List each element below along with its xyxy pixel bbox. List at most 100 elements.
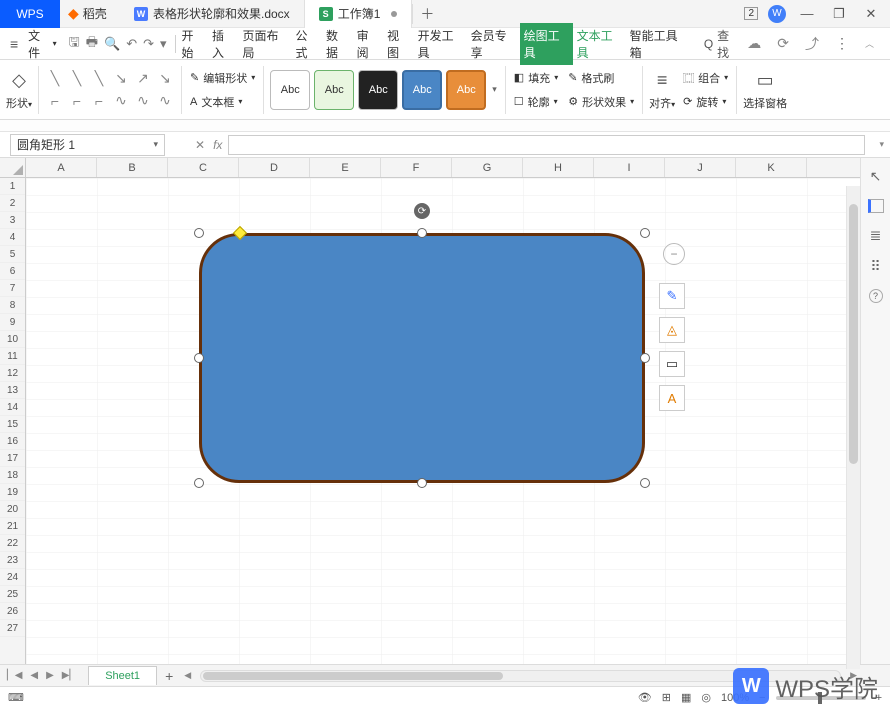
preset-blue[interactable]: Abc [402, 70, 442, 110]
curve-icon[interactable]: ∿ [111, 91, 131, 111]
col-header[interactable]: A [26, 158, 97, 177]
search-button[interactable]: Q 查找 [698, 25, 745, 63]
row-header[interactable]: 5 [0, 246, 25, 263]
new-tab-button[interactable]: ＋ [413, 4, 441, 24]
cells-canvas[interactable]: ⟳ − ✎ ◬ ▭ A [26, 178, 860, 664]
col-header[interactable]: H [523, 158, 594, 177]
row-header[interactable]: 24 [0, 569, 25, 586]
col-header[interactable]: I [594, 158, 665, 177]
align-button[interactable]: ≡ 对齐▾ [649, 69, 675, 111]
resize-handle-sw[interactable] [194, 478, 204, 488]
row-header[interactable]: 18 [0, 467, 25, 484]
selected-shape[interactable]: ⟳ − ✎ ◬ ▭ A [199, 233, 645, 483]
row-header[interactable]: 20 [0, 501, 25, 518]
ribbon-tab-5[interactable]: 审阅 [353, 23, 384, 65]
sheet-nav-last[interactable]: ▶▏ [59, 668, 80, 683]
qat-caret-icon[interactable]: ▾ [160, 36, 167, 52]
qat-save-icon[interactable]: 🖫 [69, 33, 80, 55]
resize-handle-se[interactable] [640, 478, 650, 488]
qat-preview-icon[interactable]: 🔍 [104, 36, 120, 52]
keyboard-icon[interactable]: ⌨ [8, 691, 24, 704]
ribbon-tab-1[interactable]: 插入 [208, 23, 239, 65]
collapse-ribbon-icon[interactable]: ︿ [865, 37, 874, 50]
add-sheet-button[interactable]: + [157, 666, 181, 686]
hscroll-thumb[interactable] [203, 672, 503, 680]
select-all-corner[interactable] [0, 158, 26, 177]
row-header[interactable]: 17 [0, 450, 25, 467]
preset-orange[interactable]: Abc [446, 70, 486, 110]
share-icon[interactable]: ⤴ [805, 34, 819, 54]
row-header[interactable]: 22 [0, 535, 25, 552]
resize-handle-n[interactable] [417, 228, 427, 238]
fx-icon[interactable]: fx [213, 138, 222, 152]
col-header[interactable]: C [168, 158, 239, 177]
row-header[interactable]: 21 [0, 518, 25, 535]
group-button[interactable]: ⿴组合▾ [681, 69, 730, 87]
view-eye-icon[interactable]: 👁 [638, 691, 652, 704]
row-header[interactable]: 15 [0, 416, 25, 433]
row-header[interactable]: 13 [0, 382, 25, 399]
qat-undo-icon[interactable]: ↶ [126, 36, 137, 52]
ribbon-tab-9[interactable]: 绘图工具 [520, 23, 573, 65]
row-header[interactable]: 6 [0, 263, 25, 280]
connector-icon[interactable]: ⌐ [67, 91, 87, 111]
sheet-tab[interactable]: Sheet1 [88, 666, 157, 685]
ribbon-tab-8[interactable]: 会员专享 [467, 23, 520, 65]
row-header[interactable]: 16 [0, 433, 25, 450]
row-header[interactable]: 11 [0, 348, 25, 365]
pen-tool-icon[interactable]: ✎ [659, 283, 685, 309]
rotate-button[interactable]: ⟳旋转▾ [681, 93, 730, 111]
ribbon-tab-6[interactable]: 视图 [383, 23, 414, 65]
col-header[interactable]: K [736, 158, 807, 177]
col-header[interactable]: D [239, 158, 310, 177]
wps-logo[interactable]: WPS [0, 0, 60, 28]
row-header[interactable]: 4 [0, 229, 25, 246]
window-restore-button[interactable]: ❐ [828, 6, 850, 22]
window-minimize-button[interactable]: — [796, 6, 818, 21]
resize-handle-w[interactable] [194, 353, 204, 363]
edit-shape-button[interactable]: ✎ 编辑形状 ▾ [188, 69, 257, 87]
tab-daike[interactable]: ◆ 稻壳 [60, 0, 120, 28]
sync-icon[interactable]: ⟳ [777, 35, 789, 52]
hamburger-icon[interactable]: ≡ [6, 34, 22, 54]
preset-black[interactable]: Abc [358, 70, 398, 110]
line-icon[interactable]: ╲ [67, 69, 87, 89]
ribbon-tab-10[interactable]: 文本工具 [573, 23, 626, 65]
ribbon-tab-11[interactable]: 智能工具箱 [626, 23, 690, 65]
window-close-button[interactable]: ✕ [860, 6, 882, 22]
row-header[interactable]: 10 [0, 331, 25, 348]
name-box[interactable]: 圆角矩形 1 ▾ [10, 134, 165, 156]
ribbon-tab-2[interactable]: 页面布局 [239, 23, 292, 65]
col-header[interactable]: G [452, 158, 523, 177]
selection-pane-button[interactable]: ▭ 选择窗格 [743, 69, 787, 111]
ribbon-tab-7[interactable]: 开发工具 [414, 23, 467, 65]
qat-print-icon[interactable]: 🖶 [86, 33, 98, 55]
fx-cancel-icon[interactable]: ✕ [195, 138, 205, 152]
curve-icon[interactable]: ∿ [155, 91, 175, 111]
row-header[interactable]: 25 [0, 586, 25, 603]
help-icon[interactable]: ? [869, 289, 883, 303]
more-icon[interactable]: ⋮ [835, 35, 849, 52]
rounded-rectangle-shape[interactable] [199, 233, 645, 483]
sheet-nav-next[interactable]: ▶ [43, 668, 57, 683]
formula-input[interactable] [228, 135, 865, 155]
row-header[interactable]: 7 [0, 280, 25, 297]
ribbon-tab-0[interactable]: 开始 [178, 23, 209, 65]
connector-icon[interactable]: ⌐ [89, 91, 109, 111]
row-header[interactable]: 8 [0, 297, 25, 314]
row-header[interactable]: 19 [0, 484, 25, 501]
fill-tool-icon[interactable]: ◬ [659, 317, 685, 343]
arrow-icon[interactable]: ↘ [111, 69, 131, 89]
file-menu[interactable]: 文件 ▾ [24, 25, 60, 63]
preset-more-icon[interactable]: ▾ [490, 84, 499, 95]
formula-expand-icon[interactable]: ▾ [873, 139, 890, 150]
row-header[interactable]: 3 [0, 212, 25, 229]
sheet-nav-prev[interactable]: ◀ [27, 668, 41, 683]
outline-tool-icon[interactable]: ▭ [659, 351, 685, 377]
arrow-icon[interactable]: ↗ [133, 69, 153, 89]
col-header[interactable]: E [310, 158, 381, 177]
outline-button[interactable]: ☐轮廓▾ [512, 93, 560, 111]
resize-handle-e[interactable] [640, 353, 650, 363]
line-icon[interactable]: ╲ [45, 69, 65, 89]
row-header[interactable]: 1 [0, 178, 25, 195]
